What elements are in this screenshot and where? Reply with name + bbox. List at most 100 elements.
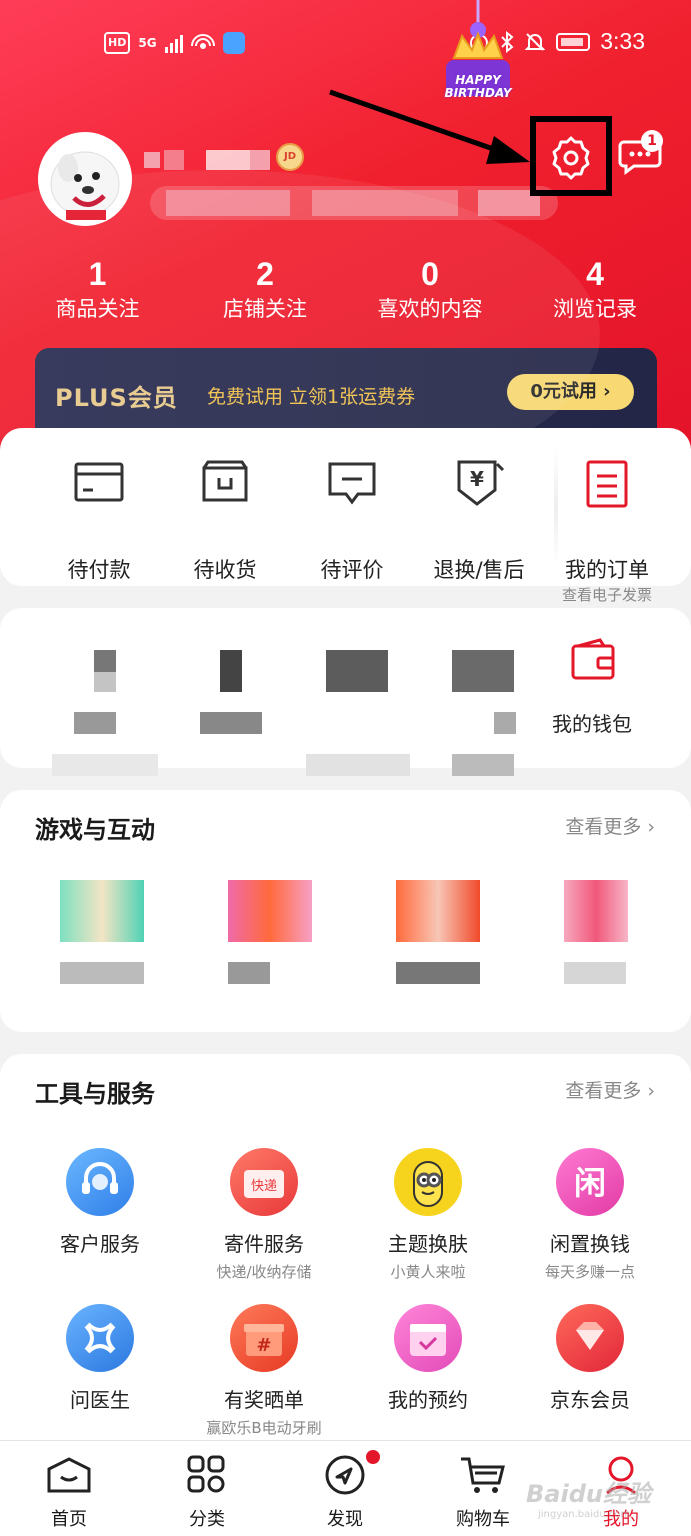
baidu-watermark: Baidu经验 jingyan.baidu.com [526,1474,651,1520]
tool-sub: 赢欧乐B电动牙刷 [206,1419,322,1437]
wallet-card: 我的钱包 [0,608,691,776]
network-type: 5G [138,36,157,50]
mute-icon [524,32,546,51]
jd-dog-avatar-icon [50,151,120,220]
home-icon [47,1457,91,1493]
wallet-blur [200,712,262,734]
wallet-blur [326,650,388,692]
profile-header: HD 5G 3:33 HAPPY BIRTHDAY JD 1 1 商品关注 2 … [0,0,691,470]
wallet-blur [74,712,116,734]
wallet-blur [452,754,514,776]
wallet-blur [94,650,116,672]
box-icon [202,460,248,502]
tab-label: 首页 [51,1509,87,1530]
tool-review-rewards[interactable]: # 有奖晒单 赢欧乐B电动牙刷 [182,1304,346,1438]
tool-jd-member[interactable]: 京东会员 [508,1304,672,1413]
stat-liked-content[interactable]: 0 喜欢的内容 [335,254,525,324]
tab-category[interactable]: 分类 [162,1455,252,1531]
hd-icon: HD [104,32,131,54]
refund-shield-icon: ¥ [457,460,505,506]
diamond-icon [556,1304,624,1372]
tool-sub: 每天多赚一点 [544,1263,635,1281]
orders-card: 待付款 待收货 待评价 ¥ 退换/售后 我的订单 查看电子发票 [0,428,691,604]
settings-gear-icon[interactable] [546,132,596,182]
stat-product-follow[interactable]: 1 商品关注 [0,254,195,324]
headset-icon [66,1148,134,1216]
discover-icon [325,1455,365,1495]
tab-label: 发现 [327,1509,363,1530]
message-count-badge: 1 [641,130,663,152]
tool-shipping[interactable]: 快递 寄件服务 快递/收纳存储 [182,1148,346,1282]
game-label-blur [396,962,480,984]
gift-tag: # [256,1335,271,1356]
wallet-blur [306,754,410,776]
jd-level-badge[interactable]: JD [276,143,304,171]
tool-label: 问医生 [70,1388,130,1412]
games-more-link[interactable]: 查看更多 › [565,812,655,839]
my-orders-sub: 查看电子发票 [561,586,652,604]
tool-label: 有奖晒单 [224,1388,304,1412]
tools-more-link[interactable]: 查看更多 › [565,1076,655,1103]
stats-row: 1 商品关注 2 店铺关注 0 喜欢的内容 4 浏览记录 [0,254,691,324]
tool-theme[interactable]: 主题换肤 小黄人来啦 [346,1148,510,1282]
tool-reservations[interactable]: 我的预约 [346,1304,510,1413]
stat-value: 1 [88,256,107,292]
order-label: 待收货 [193,558,257,582]
stat-label: 商品关注 [55,297,140,321]
stat-value: 0 [421,256,439,292]
wallet-blur [52,754,158,776]
stat-shop-follow[interactable]: 2 店铺关注 [195,254,335,324]
stat-label: 店铺关注 [223,297,307,321]
games-title: 游戏与互动 [35,816,155,844]
signal-icon [164,33,183,53]
user-tags-blur [166,190,290,216]
username-blur [250,150,270,170]
discover-notification-dot [366,1450,380,1464]
username-blur [144,152,160,168]
game-item-blur[interactable] [396,880,480,942]
clipboard-icon [586,460,628,508]
stat-label: 浏览记录 [553,297,637,321]
wallet-card-icon [74,462,124,502]
tab-home[interactable]: 首页 [24,1455,114,1531]
game-label-blur [60,962,144,984]
tab-label: 购物车 [456,1509,510,1530]
my-orders-label: 我的订单 [565,558,649,582]
tools-card: 工具与服务 查看更多 › 客户服务 快递 寄件服务 快递/收纳存储 主题换肤 小… [0,1054,691,1484]
tool-label: 我的预约 [388,1388,468,1412]
tool-label: 寄件服务 [224,1232,304,1256]
tab-label: 分类 [189,1509,225,1530]
game-item-blur[interactable] [60,880,144,942]
tools-title: 工具与服务 [35,1080,155,1108]
stat-history[interactable]: 4 浏览记录 [525,254,665,324]
game-item-blur[interactable] [228,880,312,942]
wallet-icon [571,638,615,680]
avatar[interactable] [38,132,132,226]
game-item-blur[interactable] [564,880,628,942]
wallet-blur [452,650,514,692]
cart-icon [461,1457,505,1493]
game-label-blur [564,962,626,984]
username-blur [164,150,184,170]
gift-icon: # [230,1304,298,1372]
tool-customer-service[interactable]: 客户服务 [18,1148,182,1257]
minion-icon [394,1148,462,1216]
tool-label: 客户服务 [60,1232,140,1256]
plus-trial-button[interactable]: 0元试用 › [507,374,634,410]
idle-trade-icon: 闲 [556,1148,624,1216]
game-label-blur [228,962,270,984]
clock: 3:33 [600,28,645,54]
parcel-tag: 快递 [251,1179,277,1194]
tool-ask-doctor[interactable]: 问医生 [18,1304,182,1413]
username-blur [206,150,250,170]
watermark-main: Baidu经验 [526,1480,651,1508]
app-icon [222,32,245,54]
wallet-label[interactable]: 我的钱包 [552,708,632,737]
stat-label: 喜欢的内容 [377,297,483,321]
order-label: 待评价 [320,558,384,582]
tool-idle-trade[interactable]: 闲 闲置换钱 每天多赚一点 [508,1148,672,1282]
tab-cart[interactable]: 购物车 [438,1455,528,1531]
annotation-arrow-icon [329,89,530,164]
wallet-blur [494,712,516,734]
tab-discover[interactable]: 发现 [300,1455,390,1531]
